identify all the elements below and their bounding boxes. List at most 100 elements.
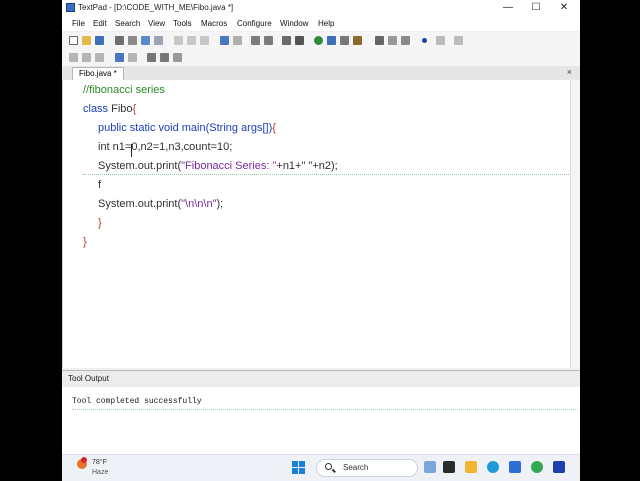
menu-bar: File Edit Search View Tools Macros Confi… [62,16,580,31]
playback-icon[interactable] [436,36,445,45]
copilot-icon[interactable] [424,461,436,473]
typing-text: f [98,179,102,191]
menu-view[interactable]: View [148,19,165,28]
tab-fibo-java[interactable]: Fibo.java * [72,67,124,81]
file-explorer-icon[interactable] [465,461,477,473]
search-label: Search [343,463,369,472]
code-line-7: System.out.print("\n\n\n"); [98,198,223,210]
code-line-8: } [98,217,102,229]
windows-taskbar: 78°F Haze Search [62,454,580,481]
code-editor[interactable]: //fibonacci series class Fibo{ public st… [62,80,571,368]
tool-output-panel[interactable]: Tool completed successfully [62,387,580,454]
textpad-window: TextPad - [D:\CODE_WITH_ME\Fibo.java *] … [62,0,580,454]
new-file-icon[interactable] [69,36,78,45]
main-toolbar [62,32,580,49]
cut-secondary-icon[interactable] [69,53,78,62]
chrome-browser-icon[interactable] [531,461,543,473]
window-title: TextPad - [D:\CODE_WITH_ME\Fibo.java *] [78,3,234,12]
word-wrap-icon[interactable] [282,36,291,45]
textpad-app-icon [66,3,75,12]
code-line-5: System.out.print("Fibonacci Series: "+n1… [98,160,338,172]
help-icon[interactable] [375,36,384,45]
save-icon[interactable] [95,36,104,45]
code-line-1: //fibonacci series [83,84,165,96]
search-help-icon[interactable] [388,36,397,45]
print2-string: "\n\n\n" [181,198,217,210]
print1-rest: +n1+" "+n2); [276,160,338,172]
class-open-brace: { [132,103,137,115]
menu-file[interactable]: File [72,19,85,28]
menu-help[interactable]: Help [318,19,334,28]
print2-call: System.out.print( [98,198,182,210]
close-button[interactable]: ✕ [550,0,578,16]
search-icon [325,463,332,470]
edge-browser-icon[interactable] [487,461,499,473]
code-line-9: } [83,236,87,248]
find-icon[interactable] [154,36,163,45]
list-icon[interactable] [160,53,169,62]
print1-string: "Fibonacci Series: " [181,160,277,172]
secondary-toolbar [62,49,580,66]
text-cursor [131,144,132,157]
terminal-app-icon[interactable] [443,461,455,473]
main-signature: public static void main(String args[]) [98,122,273,134]
print1-call: System.out.print( [98,160,182,172]
class-close-brace: } [83,236,87,248]
taskbar-search-box[interactable]: Search [316,459,418,477]
redo-secondary-icon[interactable] [128,53,137,62]
copy-icon[interactable] [187,36,196,45]
record-macro-icon[interactable] [422,38,427,43]
main-close-brace: } [98,217,102,229]
show-paragraph-icon[interactable] [295,36,304,45]
indent-icon[interactable] [251,36,260,45]
weather-description[interactable]: Haze [92,469,108,476]
outdent-icon[interactable] [264,36,273,45]
spell-check-icon[interactable] [141,36,150,45]
document-icon[interactable] [327,36,336,45]
textpad-taskbar-icon[interactable] [553,461,565,473]
code-line-3: public static void main(String args[]){ [98,122,276,134]
menu-search[interactable]: Search [115,19,140,28]
minimize-button[interactable]: — [494,0,522,16]
menu-tools[interactable]: Tools [173,19,192,28]
maximize-button[interactable]: ☐ [522,0,550,16]
print-preview-icon[interactable] [128,36,137,45]
code-line-6: f [98,179,101,191]
menu-macros[interactable]: Macros [201,19,227,28]
menu-window[interactable]: Window [280,19,308,28]
redo-icon[interactable] [233,36,242,45]
filter-icon[interactable] [173,53,182,62]
open-folder-icon[interactable] [82,36,91,45]
menu-edit[interactable]: Edit [93,19,107,28]
tool-output-title: Tool Output [68,374,109,383]
tab-close-icon[interactable]: × [567,67,572,77]
output-current-line [72,409,578,410]
cut-icon[interactable] [174,36,183,45]
menu-configure[interactable]: Configure [237,19,272,28]
store-app-icon[interactable] [509,461,521,473]
find-in-files-icon[interactable] [353,36,362,45]
tools-icon[interactable] [340,36,349,45]
main-open-brace: { [272,122,276,134]
tool-output-message: Tool completed successfully [72,397,202,406]
class-name: Fibo [108,103,133,115]
keyword-class: class [83,103,109,115]
undo-icon[interactable] [220,36,229,45]
bookmark-icon[interactable] [401,36,410,45]
tool-output-header: Tool Output [62,370,580,388]
weather-temperature[interactable]: 78°F [92,459,107,466]
code-line-2: class Fibo{ [83,103,136,115]
start-button[interactable] [292,461,306,475]
undo-secondary-icon[interactable] [115,53,124,62]
copy-secondary-icon[interactable] [82,53,91,62]
run-icon[interactable] [314,36,323,45]
next-icon[interactable] [454,36,463,45]
align-icon[interactable] [147,53,156,62]
print-icon[interactable] [115,36,124,45]
editor-scrollbar[interactable] [570,80,580,368]
paste-icon[interactable] [200,36,209,45]
code-comment: //fibonacci series [83,84,165,96]
print2-rest: ); [216,198,224,210]
paste-secondary-icon[interactable] [95,53,104,62]
document-tab-bar: Fibo.java * × [62,66,580,81]
